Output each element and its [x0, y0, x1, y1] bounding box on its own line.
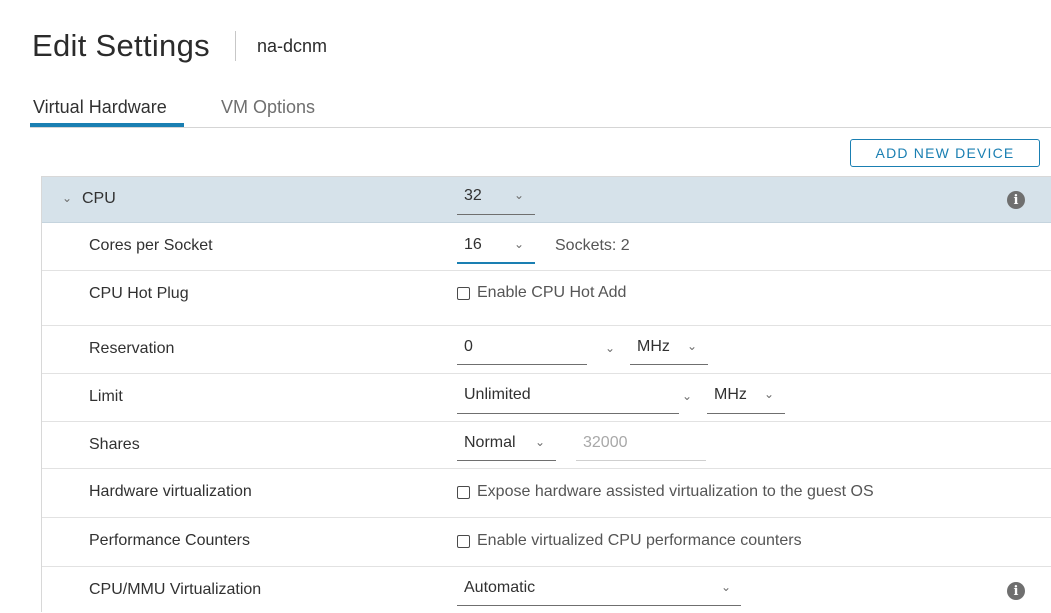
expose-hw-virtualization-checkbox[interactable]: [457, 485, 470, 499]
vm-name: na-dcnm: [256, 35, 327, 56]
chevron-down-icon: ⌄: [514, 237, 525, 251]
cpu-section-label: CPU: [82, 190, 116, 207]
active-tab-indicator: [30, 123, 184, 127]
chevron-down-icon[interactable]: ⌄: [62, 191, 72, 205]
hardware-virtualization-row: Hardware virtualization Expose hardware …: [42, 469, 1051, 518]
page-header: Edit Settings na-dcnm: [32, 26, 327, 66]
cpu-mmu-virtualization-select[interactable]: Automatic ⌄: [457, 579, 741, 606]
cores-per-socket-label: Cores per Socket: [89, 237, 213, 254]
add-new-device-button[interactable]: ADD NEW DEVICE: [850, 139, 1040, 167]
cpu-mmu-virtualization-value: Automatic: [464, 579, 536, 596]
cpu-hot-plug-label: CPU Hot Plug: [89, 285, 189, 302]
shares-row: Shares Normal ⌄ 32000: [42, 422, 1051, 469]
cpu-section-header[interactable]: ⌄ CPU 32 ⌄ i: [42, 177, 1051, 223]
shares-value-input: 32000: [576, 434, 706, 461]
cpu-count-value: 32: [464, 187, 482, 204]
limit-label: Limit: [89, 388, 123, 405]
limit-row: Limit Unlimited ⌄ MHz ⌄: [42, 374, 1051, 422]
cpu-hot-plug-row: CPU Hot Plug Enable CPU Hot Add: [42, 271, 1051, 326]
expose-hw-virtualization-option[interactable]: Expose hardware assisted virtualization …: [457, 483, 874, 501]
reservation-unit-select[interactable]: MHz ⌄: [630, 338, 708, 365]
tab-virtual-hardware[interactable]: Virtual Hardware: [33, 97, 167, 118]
limit-dropdown-icon[interactable]: ⌄: [682, 389, 692, 403]
info-icon[interactable]: i: [1007, 582, 1025, 600]
reservation-value: 0: [464, 338, 473, 355]
reservation-dropdown-icon[interactable]: ⌄: [605, 341, 615, 355]
chevron-down-icon: ⌄: [535, 435, 546, 449]
shares-label: Shares: [89, 436, 140, 453]
page-title: Edit Settings: [32, 28, 210, 63]
chevron-down-icon: ⌄: [687, 339, 698, 353]
shares-level-select[interactable]: Normal ⌄: [457, 434, 556, 461]
cpu-count-select[interactable]: 32 ⌄: [457, 187, 535, 215]
title-divider: [234, 31, 236, 61]
cpu-mmu-virtualization-label: CPU/MMU Virtualization: [89, 581, 262, 598]
chevron-down-icon: ⌄: [514, 188, 525, 202]
enable-perf-counters-label: Enable virtualized CPU performance count…: [477, 532, 802, 549]
reservation-unit-value: MHz: [637, 338, 670, 355]
performance-counters-row: Performance Counters Enable virtualized …: [42, 518, 1051, 567]
tab-vm-options[interactable]: VM Options: [221, 97, 315, 118]
info-icon[interactable]: i: [1007, 191, 1025, 209]
reservation-label: Reservation: [89, 340, 175, 357]
cores-per-socket-value: 16: [464, 236, 482, 253]
enable-cpu-hot-add-checkbox[interactable]: [457, 286, 470, 300]
limit-input[interactable]: Unlimited: [457, 386, 679, 414]
enable-perf-counters-option[interactable]: Enable virtualized CPU performance count…: [457, 532, 802, 550]
limit-unit-select[interactable]: MHz ⌄: [707, 386, 785, 414]
reservation-input[interactable]: 0: [457, 338, 587, 365]
limit-unit-value: MHz: [714, 386, 747, 403]
hardware-panel: ⌄ CPU 32 ⌄ i Cores per Socket 16 ⌄ Socke…: [41, 176, 1051, 612]
shares-level-value: Normal: [464, 434, 516, 451]
limit-value: Unlimited: [464, 386, 531, 403]
shares-value: 32000: [583, 434, 628, 451]
cores-per-socket-row: Cores per Socket 16 ⌄ Sockets: 2: [42, 223, 1051, 271]
reservation-row: Reservation 0 ⌄ MHz ⌄: [42, 326, 1051, 374]
cpu-mmu-virtualization-row: CPU/MMU Virtualization Automatic ⌄ i: [42, 567, 1051, 613]
hardware-virtualization-label: Hardware virtualization: [89, 483, 252, 500]
enable-cpu-hot-add-option[interactable]: Enable CPU Hot Add: [457, 284, 626, 302]
cores-per-socket-select[interactable]: 16 ⌄: [457, 234, 535, 264]
enable-perf-counters-checkbox[interactable]: [457, 534, 470, 548]
chevron-down-icon: ⌄: [721, 580, 732, 594]
enable-cpu-hot-add-label: Enable CPU Hot Add: [477, 284, 627, 301]
expose-hw-virtualization-label: Expose hardware assisted virtualization …: [477, 483, 874, 500]
sockets-count: Sockets: 2: [555, 237, 630, 254]
performance-counters-label: Performance Counters: [89, 532, 250, 549]
tab-bar: Virtual Hardware VM Options: [30, 95, 1051, 128]
chevron-down-icon: ⌄: [764, 387, 775, 401]
